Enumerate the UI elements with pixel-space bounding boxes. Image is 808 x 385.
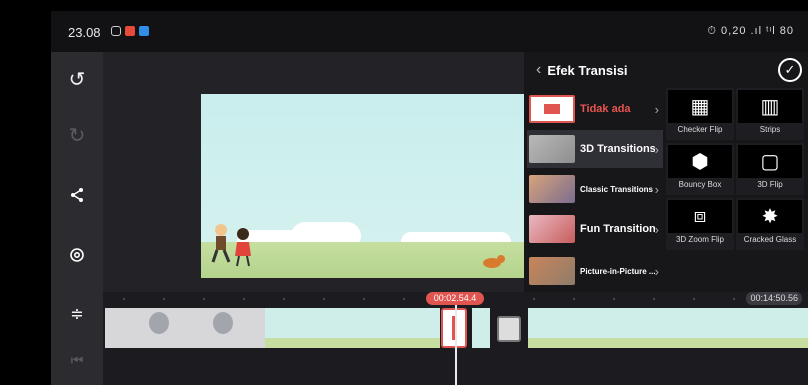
zoom-flip-icon: ⧈ <box>668 200 732 233</box>
effect-checker-flip[interactable]: ▦ Checker Flip <box>666 88 734 140</box>
category-pip[interactable]: Picture-in-Picture ... › <box>527 252 663 290</box>
clip-cartoon-1[interactable] <box>265 308 440 348</box>
skip-start-icon: ⏮ <box>70 351 84 368</box>
chevron-right-icon: › <box>654 181 659 197</box>
category-3d[interactable]: 3D Transitions › <box>527 130 663 168</box>
category-classic[interactable]: Classic Transitions › <box>527 170 663 208</box>
chevron-right-icon: › <box>654 141 659 157</box>
redo-button[interactable]: ↻ <box>51 110 103 160</box>
none-thumb-icon <box>529 95 575 123</box>
category-label: Tidak ada <box>580 103 631 115</box>
chevron-right-icon: › <box>654 101 659 117</box>
thumb-3d <box>529 135 575 163</box>
expand-vertical-icon: ≑ <box>70 306 84 323</box>
thumb-pip <box>529 257 575 285</box>
undo-icon: ↺ <box>68 68 86 91</box>
preview-area <box>103 52 528 292</box>
effect-strips[interactable]: ▥ Strips <box>736 88 804 140</box>
share-icon <box>71 188 83 202</box>
undo-button[interactable]: ↺ <box>51 54 103 104</box>
effect-bouncy-box[interactable]: ⬢ Bouncy Box <box>666 143 734 195</box>
category-label: Classic Transitions <box>580 184 653 194</box>
settings-button[interactable] <box>51 230 103 280</box>
transition-panel: ‹ Efek Transisi ✓ Tidak ada › 3D Transit… <box>524 52 808 292</box>
dog-illustration <box>483 255 505 268</box>
app-red-icon <box>125 26 135 36</box>
playhead[interactable] <box>455 302 457 385</box>
timeline-tools: ≑ ⏮ <box>51 292 103 385</box>
kids-running-illustration <box>211 224 251 267</box>
effect-label: Cracked Glass <box>743 235 797 244</box>
timeline: ≑ ⏮ 00:02.54.4 00:14:50.56 <box>51 292 808 385</box>
flip-icon: ▢ <box>738 145 802 178</box>
thumb-classic <box>529 175 575 203</box>
status-bar: 23.08 ⏱ 0,20 .ıl ᵗᶦl 80 <box>51 11 808 52</box>
transition-marker-selected[interactable] <box>441 308 467 348</box>
transition-marker[interactable] <box>497 316 521 342</box>
confirm-check-icon[interactable]: ✓ <box>778 58 802 82</box>
effect-cracked-glass[interactable]: ✸ Cracked Glass <box>736 198 804 250</box>
jump-start-button[interactable]: ⏮ <box>51 340 103 380</box>
box-icon: ⬢ <box>668 145 732 178</box>
cracked-glass-icon: ✸ <box>738 200 802 233</box>
panel-header: ‹ Efek Transisi ✓ <box>524 52 808 88</box>
effect-label: Checker Flip <box>677 125 723 134</box>
effect-label: 3D Flip <box>757 180 783 189</box>
category-label: 3D Transitions <box>580 143 655 155</box>
category-none[interactable]: Tidak ada › <box>527 90 663 128</box>
effect-3d-flip[interactable]: ▢ 3D Flip <box>736 143 804 195</box>
effect-label: Bouncy Box <box>678 180 722 189</box>
playhead-time: 00:02.54.4 <box>426 292 484 305</box>
strips-icon: ▥ <box>738 90 802 123</box>
total-duration: 00:14:50.56 <box>746 292 802 305</box>
app-blue-icon <box>139 26 149 36</box>
settings-icon <box>70 248 84 262</box>
back-chevron-icon[interactable]: ‹ <box>536 61 541 79</box>
video-preview[interactable] <box>201 94 528 278</box>
instagram-icon <box>111 26 121 36</box>
effect-label: 3D Zoom Flip <box>675 235 724 244</box>
screen: 23.08 ⏱ 0,20 .ıl ᵗᶦl 80 ↺ ↻ ‹ Efek Trans… <box>51 11 808 385</box>
thumb-fun <box>529 215 575 243</box>
checker-icon: ▦ <box>668 90 732 123</box>
chevron-right-icon: › <box>654 263 659 279</box>
left-toolbar: ↺ ↻ <box>51 52 103 292</box>
effect-label: Strips <box>759 125 781 134</box>
clip-short[interactable] <box>472 308 490 348</box>
status-time: 23.08 <box>68 25 101 40</box>
share-button[interactable] <box>51 170 103 220</box>
category-fun[interactable]: Fun Transitions › <box>527 210 663 248</box>
category-label: Picture-in-Picture ... <box>580 266 655 276</box>
notification-icons <box>111 26 149 36</box>
clip-person[interactable] <box>105 308 265 348</box>
effect-3d-zoom-flip[interactable]: ⧈ 3D Zoom Flip <box>666 198 734 250</box>
redo-icon: ↻ <box>68 124 86 147</box>
clip-cartoon-2[interactable] <box>528 308 808 348</box>
timeline-expand-button[interactable]: ≑ <box>51 294 103 334</box>
status-indicators: ⏱ 0,20 .ıl ᵗᶦl 80 <box>707 25 794 37</box>
chevron-right-icon: › <box>654 221 659 237</box>
category-label: Fun Transitions <box>580 223 655 235</box>
panel-title: Efek Transisi <box>547 62 628 78</box>
